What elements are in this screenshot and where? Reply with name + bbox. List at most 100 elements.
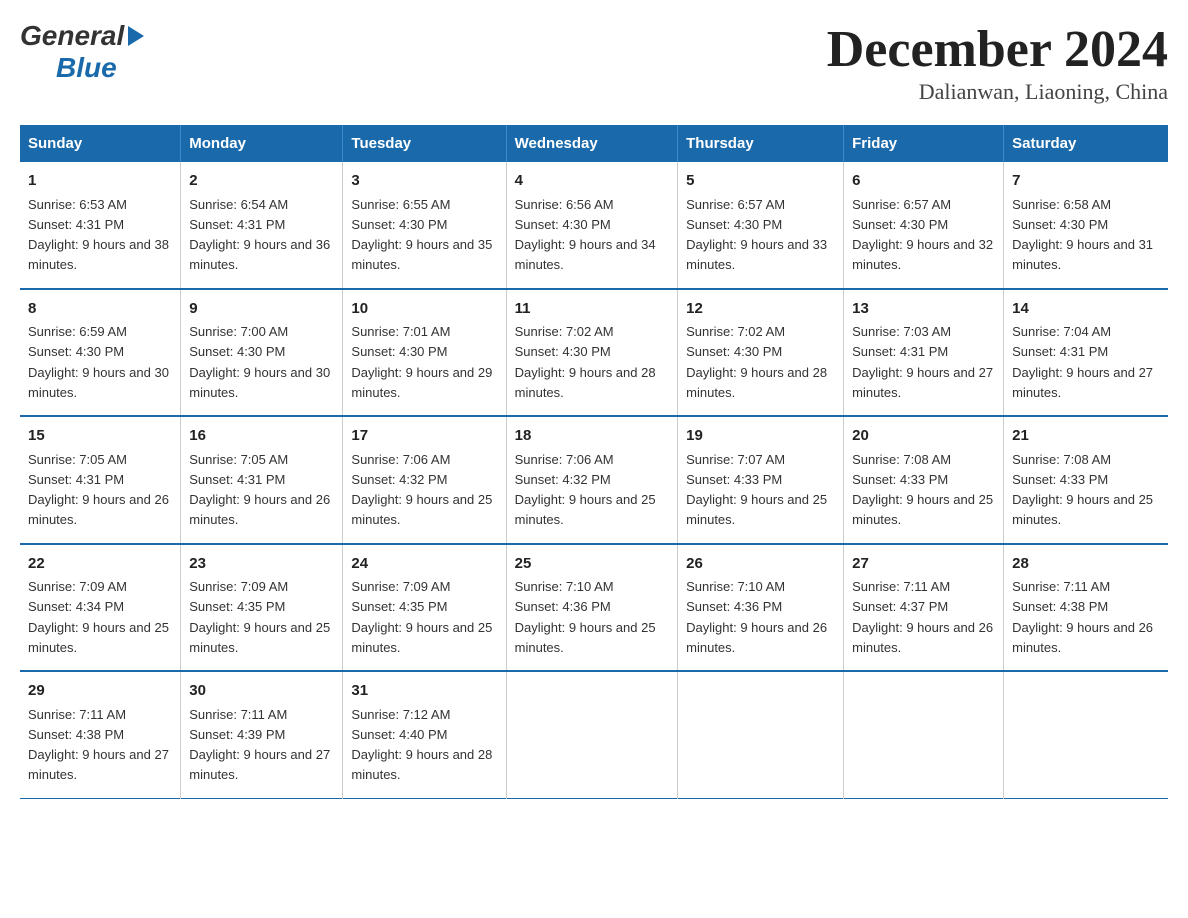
calendar-cell: 15 Sunrise: 7:05 AMSunset: 4:31 PMDayligh… <box>20 416 181 544</box>
calendar-cell: 4Sunrise: 6:56 AMSunset: 4:30 PMDaylight… <box>506 162 678 289</box>
calendar-week-row: 29 Sunrise: 7:11 AMSunset: 4:38 PMDayligh… <box>20 671 1168 798</box>
calendar-cell: 28 Sunrise: 7:11 AMSunset: 4:38 PMDayligh… <box>1004 544 1168 672</box>
day-info: Sunrise: 7:08 AMSunset: 4:33 PMDaylight:… <box>1012 452 1153 528</box>
day-info: Sunrise: 6:53 AMSunset: 4:31 PMDaylight:… <box>28 197 169 273</box>
day-number: 24 <box>351 553 497 576</box>
calendar-cell <box>1004 671 1168 798</box>
day-info: Sunrise: 7:02 AMSunset: 4:30 PMDaylight:… <box>515 324 656 400</box>
calendar-cell: 22 Sunrise: 7:09 AMSunset: 4:34 PMDayligh… <box>20 544 181 672</box>
calendar-cell: 29 Sunrise: 7:11 AMSunset: 4:38 PMDayligh… <box>20 671 181 798</box>
page-title: December 2024 <box>827 20 1168 79</box>
day-info: Sunrise: 7:09 AMSunset: 4:34 PMDaylight:… <box>28 579 169 655</box>
calendar-cell: 10 Sunrise: 7:01 AMSunset: 4:30 PMDayligh… <box>343 289 506 417</box>
calendar-week-row: 22 Sunrise: 7:09 AMSunset: 4:34 PMDayligh… <box>20 544 1168 672</box>
weekday-header-thursday: Thursday <box>678 125 844 162</box>
calendar-cell: 26 Sunrise: 7:10 AMSunset: 4:36 PMDayligh… <box>678 544 844 672</box>
calendar-cell: 18 Sunrise: 7:06 AMSunset: 4:32 PMDayligh… <box>506 416 678 544</box>
day-number: 20 <box>852 425 995 448</box>
calendar-cell: 25Sunrise: 7:10 AMSunset: 4:36 PMDayligh… <box>506 544 678 672</box>
calendar-cell: 3Sunrise: 6:55 AMSunset: 4:30 PMDaylight… <box>343 162 506 289</box>
logo-line2-text: Blue <box>56 52 117 84</box>
calendar-week-row: 1 Sunrise: 6:53 AMSunset: 4:31 PMDaylight… <box>20 162 1168 289</box>
day-number: 30 <box>189 680 334 703</box>
calendar-cell: 19Sunrise: 7:07 AMSunset: 4:33 PMDayligh… <box>678 416 844 544</box>
day-number: 31 <box>351 680 497 703</box>
calendar-cell: 1 Sunrise: 6:53 AMSunset: 4:31 PMDaylight… <box>20 162 181 289</box>
day-number: 21 <box>1012 425 1160 448</box>
calendar-cell: 5 Sunrise: 6:57 AMSunset: 4:30 PMDaylight… <box>678 162 844 289</box>
day-number: 7 <box>1012 170 1160 193</box>
day-number: 28 <box>1012 553 1160 576</box>
day-info: Sunrise: 7:05 AMSunset: 4:31 PMDaylight:… <box>28 452 169 528</box>
calendar-cell: 13 Sunrise: 7:03 AMSunset: 4:31 PMDayligh… <box>844 289 1004 417</box>
day-info: Sunrise: 7:11 AMSunset: 4:39 PMDaylight:… <box>189 707 330 783</box>
day-info: Sunrise: 7:11 AMSunset: 4:38 PMDaylight:… <box>28 707 169 783</box>
day-info: Sunrise: 7:11 AMSunset: 4:37 PMDaylight:… <box>852 579 993 655</box>
day-info: Sunrise: 7:03 AMSunset: 4:31 PMDaylight:… <box>852 324 993 400</box>
calendar-cell: 12Sunrise: 7:02 AMSunset: 4:30 PMDayligh… <box>678 289 844 417</box>
day-info: Sunrise: 6:56 AMSunset: 4:30 PMDaylight:… <box>515 197 656 273</box>
day-info: Sunrise: 7:10 AMSunset: 4:36 PMDaylight:… <box>686 579 827 655</box>
calendar-cell <box>678 671 844 798</box>
calendar-cell: 23 Sunrise: 7:09 AMSunset: 4:35 PMDayligh… <box>181 544 343 672</box>
day-number: 22 <box>28 553 172 576</box>
day-number: 2 <box>189 170 334 193</box>
day-info: Sunrise: 7:10 AMSunset: 4:36 PMDaylight:… <box>515 579 656 655</box>
day-info: Sunrise: 7:00 AMSunset: 4:30 PMDaylight:… <box>189 324 330 400</box>
day-info: Sunrise: 6:57 AMSunset: 4:30 PMDaylight:… <box>686 197 827 273</box>
weekday-header-monday: Monday <box>181 125 343 162</box>
calendar-cell: 2Sunrise: 6:54 AMSunset: 4:31 PMDaylight… <box>181 162 343 289</box>
day-info: Sunrise: 6:57 AMSunset: 4:30 PMDaylight:… <box>852 197 993 273</box>
calendar-cell: 14Sunrise: 7:04 AMSunset: 4:31 PMDayligh… <box>1004 289 1168 417</box>
calendar-cell: 27Sunrise: 7:11 AMSunset: 4:37 PMDayligh… <box>844 544 1004 672</box>
calendar-cell: 6 Sunrise: 6:57 AMSunset: 4:30 PMDaylight… <box>844 162 1004 289</box>
day-number: 26 <box>686 553 835 576</box>
day-number: 23 <box>189 553 334 576</box>
logo-general-text: General <box>20 20 124 52</box>
calendar-cell: 9 Sunrise: 7:00 AMSunset: 4:30 PMDaylight… <box>181 289 343 417</box>
day-number: 29 <box>28 680 172 703</box>
day-number: 9 <box>189 298 334 321</box>
weekday-header-row: SundayMondayTuesdayWednesdayThursdayFrid… <box>20 125 1168 162</box>
page-subtitle: Dalianwan, Liaoning, China <box>827 79 1168 105</box>
day-number: 10 <box>351 298 497 321</box>
day-info: Sunrise: 7:09 AMSunset: 4:35 PMDaylight:… <box>189 579 330 655</box>
calendar-cell: 7 Sunrise: 6:58 AMSunset: 4:30 PMDaylight… <box>1004 162 1168 289</box>
calendar-cell: 31Sunrise: 7:12 AMSunset: 4:40 PMDayligh… <box>343 671 506 798</box>
calendar-cell: 20 Sunrise: 7:08 AMSunset: 4:33 PMDayligh… <box>844 416 1004 544</box>
calendar-cell: 30 Sunrise: 7:11 AMSunset: 4:39 PMDayligh… <box>181 671 343 798</box>
day-number: 11 <box>515 298 670 321</box>
day-number: 5 <box>686 170 835 193</box>
day-number: 15 <box>28 425 172 448</box>
weekday-header-friday: Friday <box>844 125 1004 162</box>
weekday-header-saturday: Saturday <box>1004 125 1168 162</box>
day-number: 18 <box>515 425 670 448</box>
logo-arrow-icon <box>128 26 144 46</box>
page-header: General Blue December 2024 Dalianwan, Li… <box>20 20 1168 105</box>
weekday-header-tuesday: Tuesday <box>343 125 506 162</box>
day-number: 13 <box>852 298 995 321</box>
calendar-week-row: 15 Sunrise: 7:05 AMSunset: 4:31 PMDayligh… <box>20 416 1168 544</box>
day-info: Sunrise: 6:58 AMSunset: 4:30 PMDaylight:… <box>1012 197 1153 273</box>
day-number: 14 <box>1012 298 1160 321</box>
day-number: 1 <box>28 170 172 193</box>
calendar-week-row: 8Sunrise: 6:59 AMSunset: 4:30 PMDaylight… <box>20 289 1168 417</box>
title-block: December 2024 Dalianwan, Liaoning, China <box>827 20 1168 105</box>
calendar-cell: 21 Sunrise: 7:08 AMSunset: 4:33 PMDayligh… <box>1004 416 1168 544</box>
weekday-header-sunday: Sunday <box>20 125 181 162</box>
day-number: 16 <box>189 425 334 448</box>
day-info: Sunrise: 7:08 AMSunset: 4:33 PMDaylight:… <box>852 452 993 528</box>
calendar-header: SundayMondayTuesdayWednesdayThursdayFrid… <box>20 125 1168 162</box>
day-info: Sunrise: 7:06 AMSunset: 4:32 PMDaylight:… <box>515 452 656 528</box>
logo: General Blue <box>20 20 146 84</box>
calendar-cell: 16Sunrise: 7:05 AMSunset: 4:31 PMDayligh… <box>181 416 343 544</box>
day-number: 6 <box>852 170 995 193</box>
weekday-header-wednesday: Wednesday <box>506 125 678 162</box>
day-number: 19 <box>686 425 835 448</box>
day-info: Sunrise: 7:01 AMSunset: 4:30 PMDaylight:… <box>351 324 492 400</box>
day-info: Sunrise: 7:11 AMSunset: 4:38 PMDaylight:… <box>1012 579 1153 655</box>
day-number: 3 <box>351 170 497 193</box>
day-info: Sunrise: 7:06 AMSunset: 4:32 PMDaylight:… <box>351 452 492 528</box>
day-info: Sunrise: 7:09 AMSunset: 4:35 PMDaylight:… <box>351 579 492 655</box>
day-number: 8 <box>28 298 172 321</box>
